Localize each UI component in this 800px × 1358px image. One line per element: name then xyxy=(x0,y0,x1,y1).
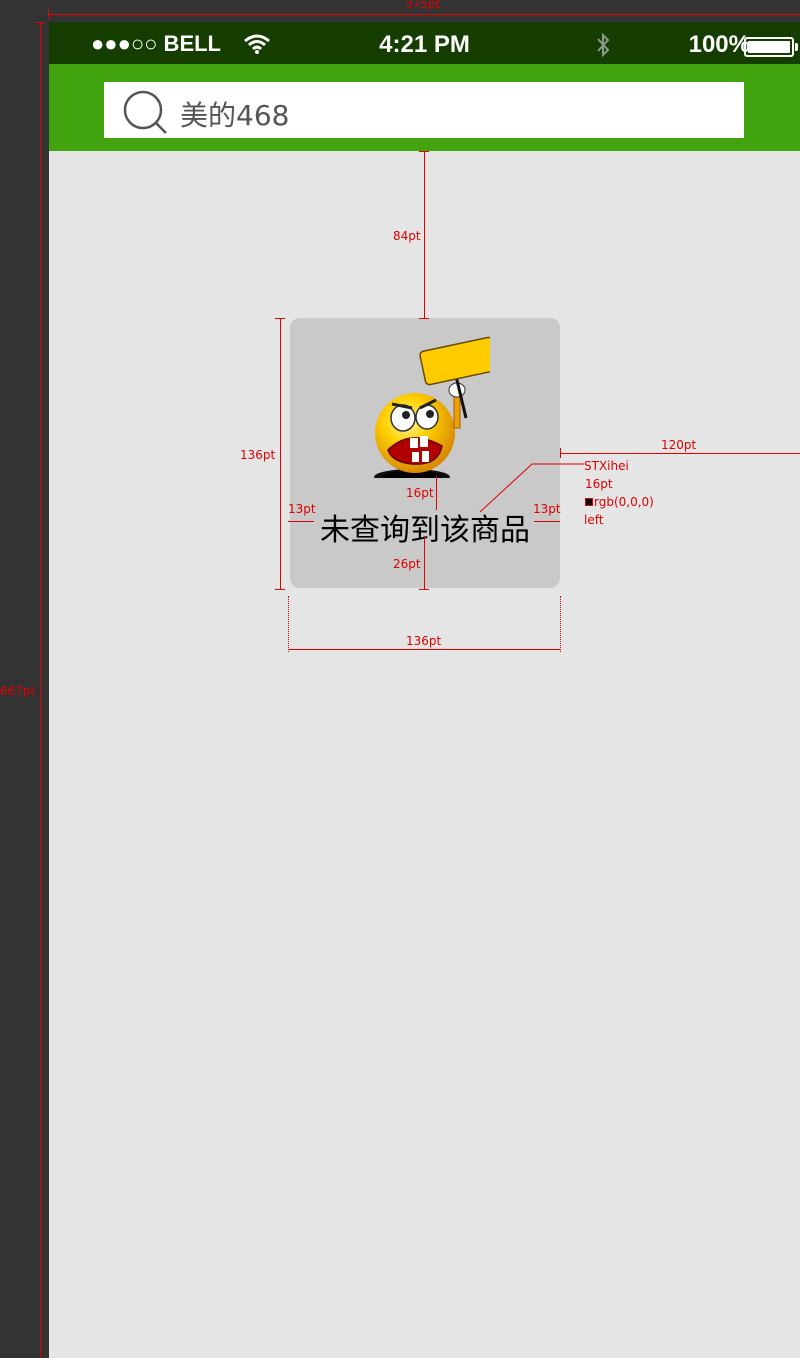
card-width-guide-right xyxy=(560,596,561,652)
search-input[interactable]: 美的468 xyxy=(104,82,744,138)
width-dimension-label: 375pt xyxy=(405,0,441,11)
angry-emoji-with-sign-icon xyxy=(374,336,490,478)
right-margin-tick xyxy=(560,448,561,458)
text-bottom-label: 26pt xyxy=(393,557,421,571)
battery-percent-label: 100% xyxy=(688,31,750,58)
card-width-label: 136pt xyxy=(406,634,442,648)
height-dimension-label: 667pt xyxy=(0,684,36,698)
card-height-dimension-line xyxy=(280,318,281,590)
font-size-label: 16pt xyxy=(585,477,613,491)
width-dimension-tick xyxy=(48,9,49,19)
card-height-label: 136pt xyxy=(240,448,276,462)
right-margin-label: 120pt xyxy=(661,438,697,452)
empty-state-card: 未查询到该商品 xyxy=(290,318,560,588)
font-family-label: STXihei xyxy=(584,459,629,473)
text-bottom-tick xyxy=(419,589,429,590)
icon-text-gap-label: 16pt xyxy=(406,486,434,500)
pad-right-dimension-line xyxy=(534,521,560,522)
color-swatch xyxy=(585,498,593,506)
font-color-label: rgb(0,0,0) xyxy=(594,495,654,509)
icon-text-gap-line xyxy=(436,476,437,510)
height-dimension-line xyxy=(40,22,41,1358)
bluetooth-icon xyxy=(597,32,610,58)
card-width-guide-left xyxy=(288,596,289,652)
pad-left-label: 13pt xyxy=(288,502,316,516)
text-bottom-dimension-line xyxy=(424,536,425,590)
pad-left-dimension-line xyxy=(288,521,314,522)
width-dimension-line xyxy=(48,14,800,15)
status-bar: ●●●○○ BELL 4:21 PM 100% xyxy=(49,22,800,64)
nav-bar: 美的468 xyxy=(49,64,800,151)
search-icon[interactable] xyxy=(122,89,170,137)
right-margin-dimension-line xyxy=(560,453,800,454)
height-dimension-tick xyxy=(35,22,45,23)
font-info-leader-line xyxy=(479,463,584,513)
battery-fill xyxy=(748,41,790,53)
battery-icon xyxy=(744,37,798,57)
gap-top-tick-top xyxy=(419,151,429,152)
text-align-label: left xyxy=(584,513,604,527)
card-height-tick-bottom xyxy=(275,589,285,590)
card-height-tick-top xyxy=(275,318,285,319)
gap-top-dimension-line xyxy=(424,151,425,319)
clock-label: 4:21 PM xyxy=(379,31,470,58)
gap-top-label: 84pt xyxy=(393,229,421,243)
gap-top-tick-bottom xyxy=(419,318,429,319)
search-input-value: 美的468 xyxy=(180,99,290,132)
card-width-dimension-line xyxy=(288,649,561,650)
